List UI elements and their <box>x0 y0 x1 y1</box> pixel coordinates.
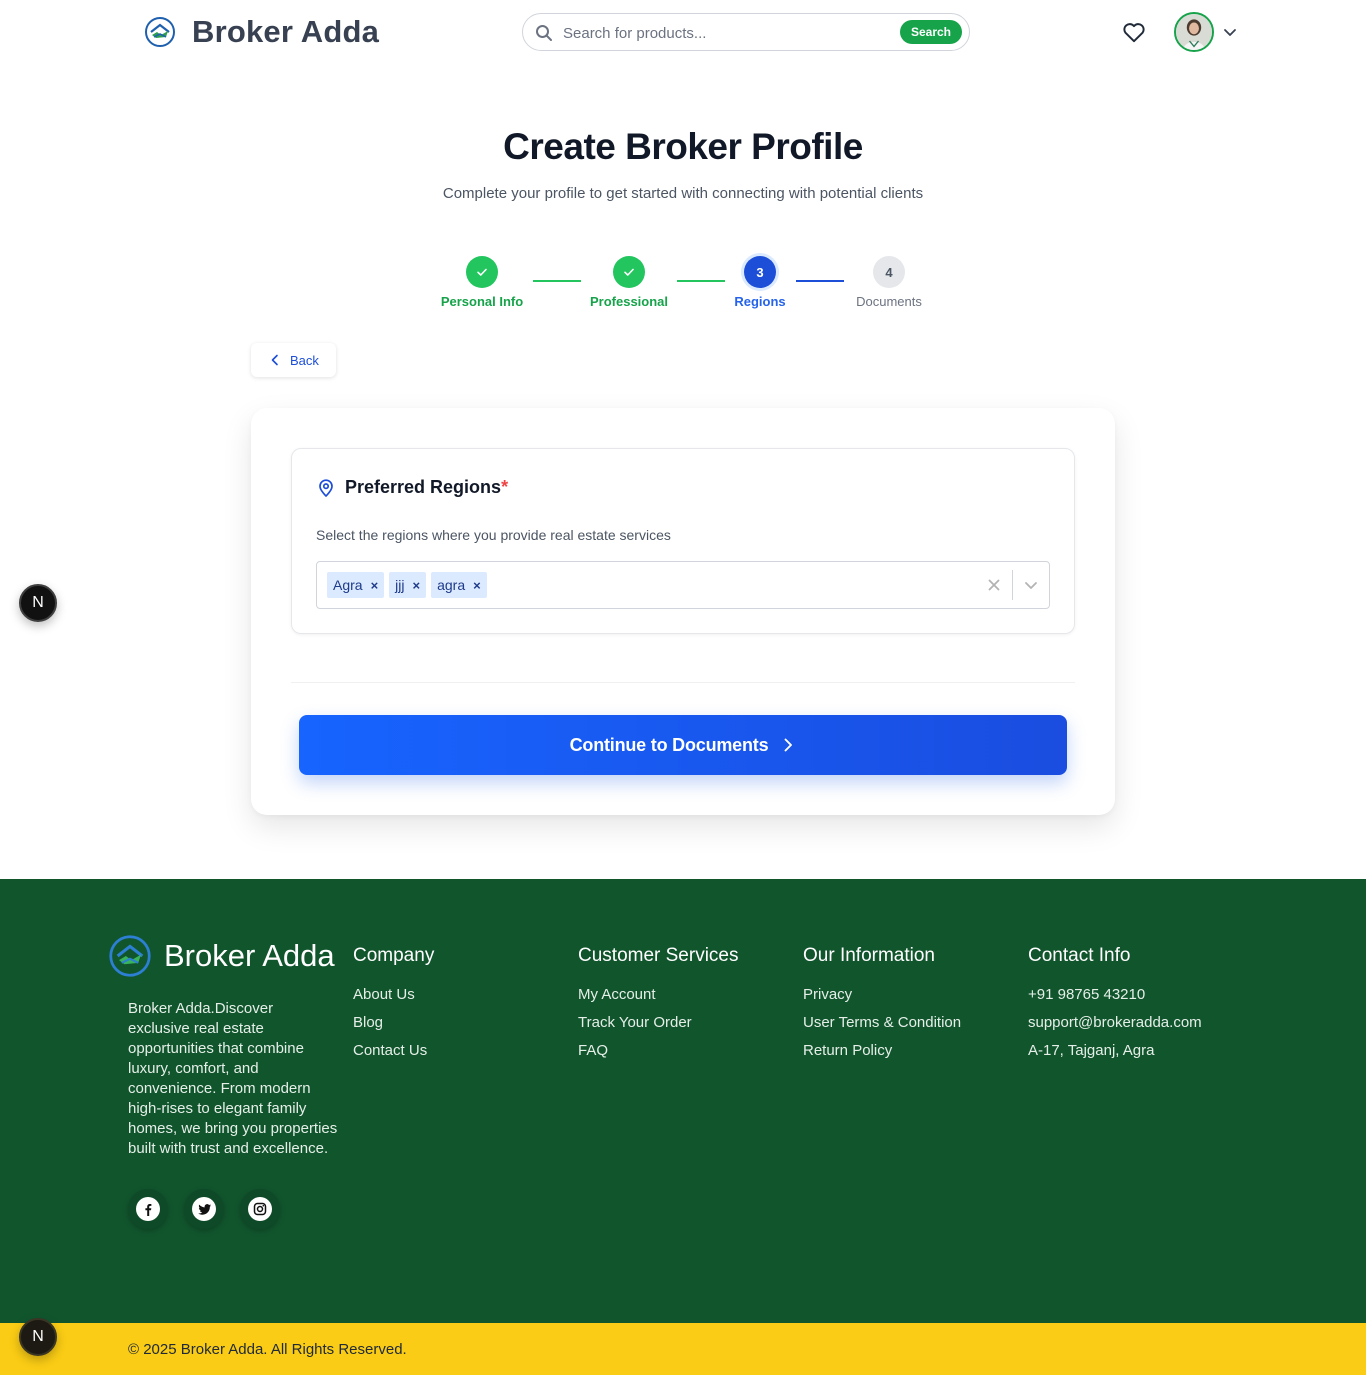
profile-form-card: Preferred Regions * Select the regions w… <box>251 408 1115 815</box>
remove-tag-icon[interactable]: × <box>473 578 481 593</box>
step-regions: 3 Regions <box>700 256 820 309</box>
back-button-label: Back <box>290 352 319 368</box>
footer-contact-phone[interactable]: +91 98765 43210 <box>1028 986 1202 1014</box>
step-documents: 4 Documents <box>829 256 949 309</box>
footer-link-about-us[interactable]: About Us <box>353 986 434 1014</box>
section-description: Select the regions where you provide rea… <box>316 527 671 543</box>
step-personal-info: Personal Info <box>422 256 542 309</box>
wishlist-heart-icon[interactable] <box>1121 19 1147 45</box>
step-label: Documents <box>856 294 922 309</box>
footer-column-title: Company <box>353 945 435 966</box>
region-tag: jjj × <box>389 572 427 598</box>
step-complete-check-icon <box>466 256 498 288</box>
footer-column-company: Company About Us Blog Contact Us <box>353 945 434 1070</box>
footer-column-title: Contact Info <box>1028 945 1131 966</box>
section-title: Preferred Regions <box>345 477 502 497</box>
chevron-right-icon <box>784 738 793 752</box>
divider <box>291 682 1075 683</box>
avatar-image <box>1176 14 1212 50</box>
footer-link-blog[interactable]: Blog <box>353 1014 434 1042</box>
footer-column-our-information: Our Information Privacy User Terms & Con… <box>803 945 961 1070</box>
remove-tag-icon[interactable]: × <box>413 578 421 593</box>
section-header: Preferred Regions * <box>316 477 508 498</box>
copyright-bar: © 2025 Broker Adda. All Rights Reserved. <box>0 1323 1366 1375</box>
step-professional: Professional <box>569 256 689 309</box>
footer-brand-logo[interactable]: Broker Adda <box>108 934 335 978</box>
search-icon <box>536 25 552 41</box>
required-asterisk: * <box>501 477 509 497</box>
copyright-text: © 2025 Broker Adda. All Rights Reserved. <box>128 1341 407 1358</box>
search-input[interactable] <box>563 22 883 44</box>
chevron-down-icon[interactable] <box>1023 577 1039 593</box>
preferred-regions-section: Preferred Regions * Select the regions w… <box>291 448 1075 634</box>
top-header: Broker Adda Search <box>0 0 1366 64</box>
step-number: 3 <box>744 256 776 288</box>
facebook-link[interactable] <box>128 1189 168 1229</box>
page-title: Create Broker Profile <box>503 126 863 167</box>
search-bar: Search <box>522 13 970 51</box>
footer-link-contact-us[interactable]: Contact Us <box>353 1042 434 1070</box>
region-tag: Agra × <box>327 572 385 598</box>
brand-logo-icon <box>109 935 151 977</box>
footer-contact-email[interactable]: support@brokeradda.com <box>1028 1014 1202 1042</box>
step-label: Professional <box>589 294 669 309</box>
region-tag-label: agra <box>437 577 466 593</box>
footer-link-return-policy[interactable]: Return Policy <box>803 1042 961 1070</box>
region-tag-label: jjj <box>395 577 405 593</box>
map-pin-icon <box>319 478 333 497</box>
region-tag: agra × <box>431 572 487 598</box>
continue-to-documents-button[interactable]: Continue to Documents <box>299 715 1067 775</box>
footer-link-user-terms[interactable]: User Terms & Condition <box>803 1014 961 1042</box>
site-footer: Broker Adda Broker Adda.Discover exclusi… <box>0 879 1366 1323</box>
footer-brand-name: Broker Adda <box>164 938 335 973</box>
step-label: Regions <box>734 294 786 309</box>
footer-about-text: Broker Adda.Discover exclusive real esta… <box>128 1000 338 1157</box>
user-avatar[interactable] <box>1174 12 1214 52</box>
account-menu-chevron-down-icon[interactable] <box>1222 24 1238 40</box>
search-button[interactable]: Search <box>899 20 962 44</box>
brand-logo-icon <box>145 17 175 47</box>
selected-regions: Agra × jjj × agra × <box>327 572 487 598</box>
step-number: 4 <box>873 256 905 288</box>
social-links <box>128 1189 280 1229</box>
dev-tools-badge[interactable]: N <box>19 584 57 622</box>
footer-column-title: Customer Services <box>578 945 739 966</box>
brand-logo[interactable]: Broker Adda <box>144 14 379 50</box>
footer-link-faq[interactable]: FAQ <box>578 1042 739 1070</box>
step-complete-check-icon <box>613 256 645 288</box>
footer-contact-address: A-17, Tajganj, Agra <box>1028 1042 1155 1059</box>
remove-tag-icon[interactable]: × <box>371 578 379 593</box>
twitter-icon <box>192 1197 216 1221</box>
dev-tools-badge[interactable]: N <box>19 1318 57 1356</box>
region-tag-label: Agra <box>333 577 363 593</box>
continue-button-label: Continue to Documents <box>569 734 769 755</box>
instagram-link[interactable] <box>240 1189 280 1229</box>
footer-link-my-account[interactable]: My Account <box>578 986 739 1014</box>
chevron-left-icon <box>271 354 278 366</box>
clear-all-icon[interactable] <box>986 577 1002 593</box>
footer-column-customer-services: Customer Services My Account Track Your … <box>578 945 739 1070</box>
back-button[interactable]: Back <box>251 343 336 377</box>
step-label: Personal Info <box>440 294 524 309</box>
twitter-link[interactable] <box>184 1189 224 1229</box>
footer-column-contact-info: Contact Info +91 98765 43210 support@bro… <box>1028 945 1202 1070</box>
footer-link-track-order[interactable]: Track Your Order <box>578 1014 739 1042</box>
footer-column-title: Our Information <box>803 945 935 966</box>
facebook-icon <box>136 1197 160 1221</box>
footer-link-privacy[interactable]: Privacy <box>803 986 961 1014</box>
brand-name: Broker Adda <box>192 14 380 49</box>
page-subtitle: Complete your profile to get started wit… <box>442 185 924 202</box>
regions-multi-select[interactable]: Agra × jjj × agra × <box>316 561 1050 609</box>
select-divider <box>1012 570 1013 600</box>
instagram-icon <box>248 1197 272 1221</box>
